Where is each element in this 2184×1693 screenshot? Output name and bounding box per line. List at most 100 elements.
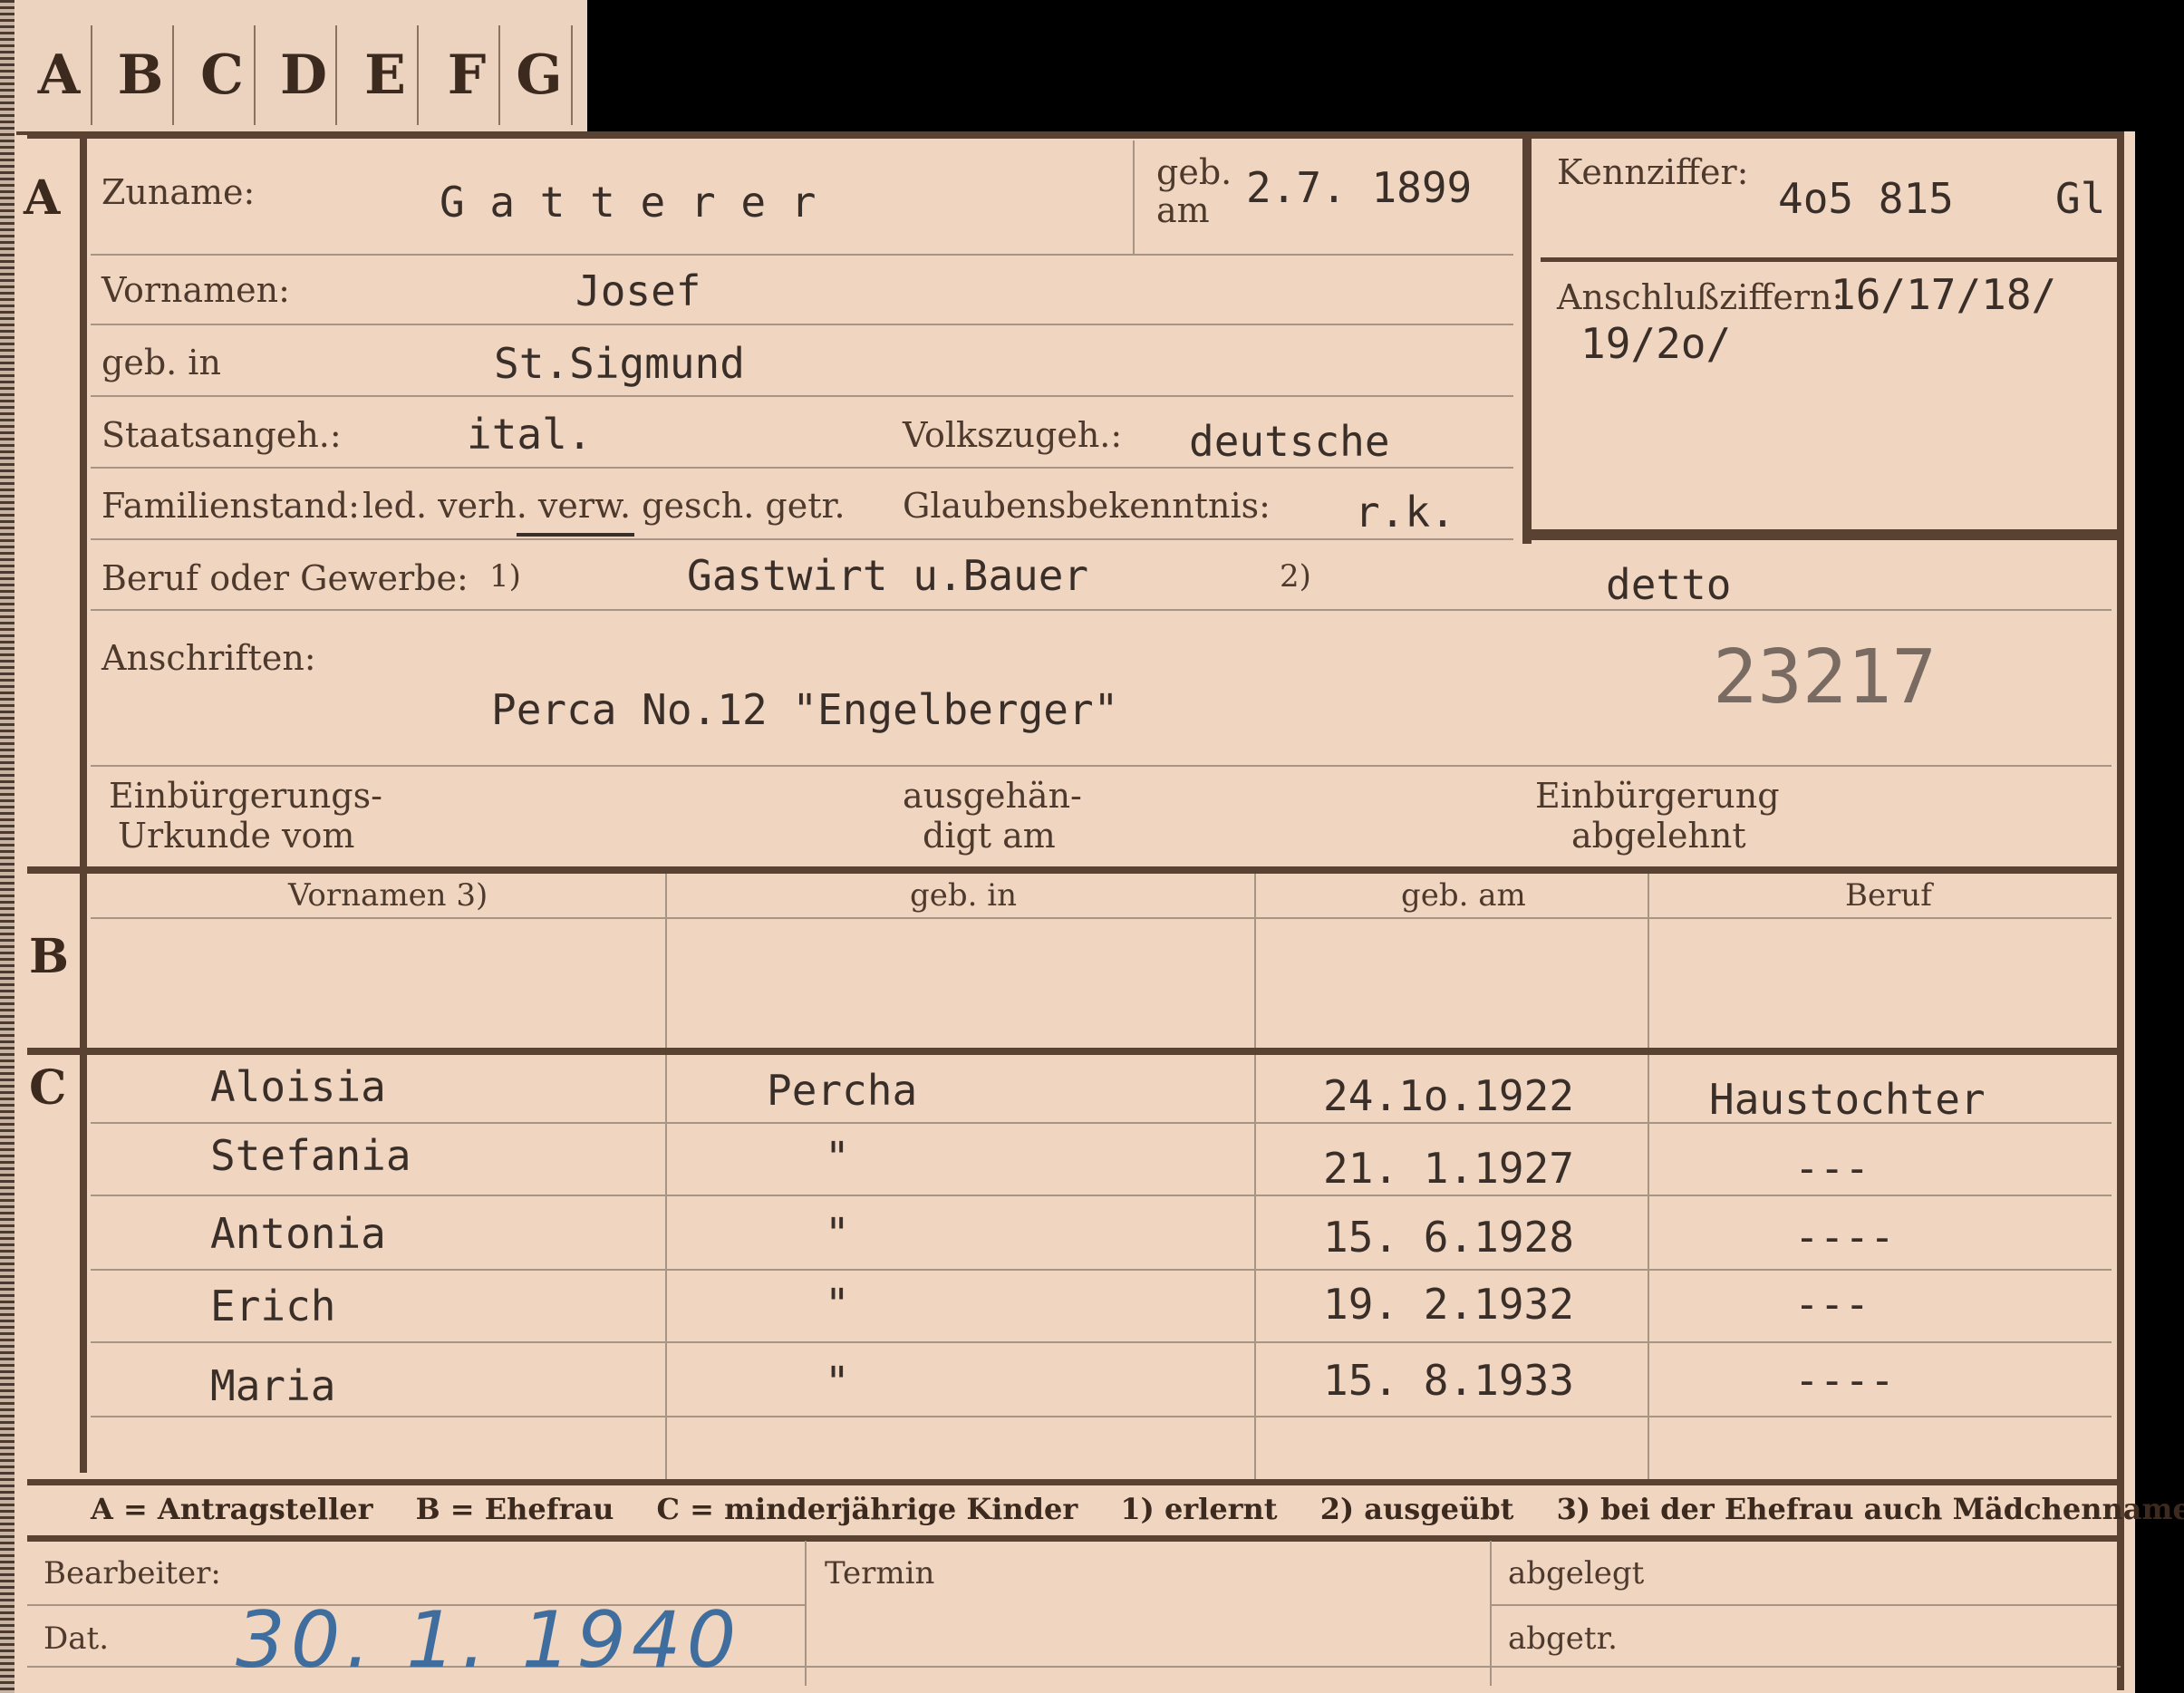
child-birthplace: " (825, 1209, 850, 1258)
footnote-2-marker: 2) (1280, 558, 1311, 595)
citizenship-value: ital. (467, 410, 593, 459)
stamp-number: 23217 (1713, 634, 1937, 721)
birthdate-label-1: geb. (1156, 152, 1232, 192)
legend-children: C = minderjährige Kinder (656, 1492, 1078, 1526)
section-letter-a: A (24, 170, 61, 226)
legend-top (27, 1479, 2121, 1485)
legend-note-3: 3) bei der Ehefrau auch Mädchenname (1556, 1492, 2184, 1526)
child-birthplace: " (825, 1358, 850, 1407)
row-rule (91, 1341, 2112, 1343)
naturalization-label-1: Einbürgerungs- (109, 776, 382, 816)
child-name: Aloisia (210, 1062, 386, 1111)
address-value: Perca No.12 "Engelberger" (491, 685, 1119, 734)
filed-label: abgelegt (1508, 1555, 1645, 1591)
section-ab-divider (27, 866, 2121, 874)
surname-value: G a t t e r e r (440, 178, 817, 227)
row-rule (91, 1416, 2112, 1417)
child-birthdate: 15. 6.1928 (1323, 1213, 1574, 1262)
col-rule (805, 1541, 807, 1686)
col-rule (665, 874, 667, 1048)
birthdate-label-2: am (1156, 190, 1210, 230)
birthdate-value: 2.7. 1899 (1246, 163, 1473, 212)
footnote-1-marker: 1) (489, 558, 521, 595)
child-name: Maria (210, 1361, 336, 1410)
connection-label: Anschlußziffern: (1557, 277, 1844, 317)
religion-label: Glaubensbekenntnis: (903, 486, 1271, 526)
row-rule (91, 467, 1513, 469)
child-birthdate: 15. 8.1933 (1323, 1356, 1574, 1405)
frame-right (2117, 131, 2124, 1690)
religion-value: r.k. (1355, 488, 1455, 537)
background-strip (587, 0, 2184, 131)
spouse-birthdate-header: geb. am (1401, 877, 1526, 914)
frame-top (27, 131, 2121, 139)
col-rule (1490, 1541, 1492, 1686)
naturalization-label-2: Urkunde vom (118, 816, 355, 856)
col-rule (1648, 874, 1649, 1048)
marital-status-label: Familienstand: (101, 486, 360, 526)
legend-applicant: A = Antragsteller (91, 1492, 373, 1526)
child-birthplace: " (825, 1133, 850, 1182)
child-birthdate: 24.1o.1922 (1323, 1071, 1574, 1120)
index-tab-f[interactable]: F (435, 25, 500, 125)
first-names-label: Vornamen: (101, 270, 290, 310)
child-name: Antonia (210, 1209, 386, 1258)
handed-over-label-2: digt am (923, 816, 1056, 856)
child-name: Stefania (210, 1131, 411, 1180)
section-letter-b: B (29, 929, 69, 984)
legend-bottom (27, 1535, 2121, 1542)
row-rule (91, 395, 1513, 397)
index-tab-e[interactable]: E (353, 25, 419, 125)
code-label: Kennziffer: (1557, 152, 1749, 192)
rejected-label-1: Einbürgerung (1535, 776, 1780, 816)
row-rule (91, 1195, 2112, 1196)
date-label: Dat. (43, 1620, 110, 1657)
row-rule (91, 254, 1513, 256)
child-occupation: ---- (1794, 1356, 1895, 1405)
marital-status-underline (517, 533, 634, 537)
removed-label: abgetr. (1508, 1620, 1618, 1657)
col-rule (1133, 140, 1135, 254)
birthplace-value: St.Sigmund (494, 339, 745, 388)
child-occupation: Haustochter (1709, 1075, 1986, 1124)
connection-value-1: 16/17/18/ (1831, 270, 2057, 319)
index-tab-d[interactable]: D (272, 25, 337, 125)
code-box-divider (1541, 257, 2117, 262)
citizenship-label: Staatsangeh.: (101, 415, 342, 455)
code-box-left (1522, 136, 1532, 544)
index-tab-a[interactable]: A (27, 25, 92, 125)
child-birthplace: " (825, 1280, 850, 1329)
index-tab-b[interactable]: B (109, 25, 174, 125)
row-rule (91, 609, 2112, 611)
handed-over-label-1: ausgehän- (903, 776, 1082, 816)
index-tab-g[interactable]: G (507, 25, 573, 125)
row-rule (91, 324, 1513, 325)
rejected-label-2: abgelehnt (1571, 816, 1746, 856)
col-rule (1254, 874, 1256, 1048)
row-rule (1490, 1604, 2117, 1606)
child-birthdate: 21. 1.1927 (1323, 1144, 1574, 1193)
ethnicity-value: deutsche (1189, 417, 1390, 466)
spouse-header-rule (91, 917, 2112, 919)
code-box-bottom (1522, 529, 2121, 540)
appointment-label: Termin (825, 1555, 935, 1591)
child-birthplace: Percha (767, 1066, 918, 1115)
legend-note-2: 2) ausgeübt (1319, 1492, 1514, 1526)
row-rule (91, 1269, 2112, 1271)
row-rule (91, 538, 1513, 540)
clerk-label: Bearbeiter: (43, 1555, 221, 1591)
first-names-value: Josef (575, 266, 701, 315)
address-label: Anschriften: (101, 638, 316, 678)
spouse-birthplace-header: geb. in (910, 877, 1018, 914)
index-tab-c[interactable]: C (190, 25, 256, 125)
occupation-practiced-value: detto (1606, 560, 1732, 609)
code-suffix: Gl (2055, 174, 2106, 223)
handwritten-date: 30. 1. 1940 (236, 1595, 742, 1686)
child-occupation: --- (1794, 1144, 1870, 1193)
code-value: 4o5 815 (1778, 174, 1954, 223)
perforated-edge (0, 0, 14, 1693)
child-occupation: ---- (1794, 1213, 1895, 1262)
section-letter-c: C (29, 1060, 67, 1116)
child-occupation: --- (1794, 1280, 1870, 1329)
section-bc-divider (27, 1048, 2121, 1055)
